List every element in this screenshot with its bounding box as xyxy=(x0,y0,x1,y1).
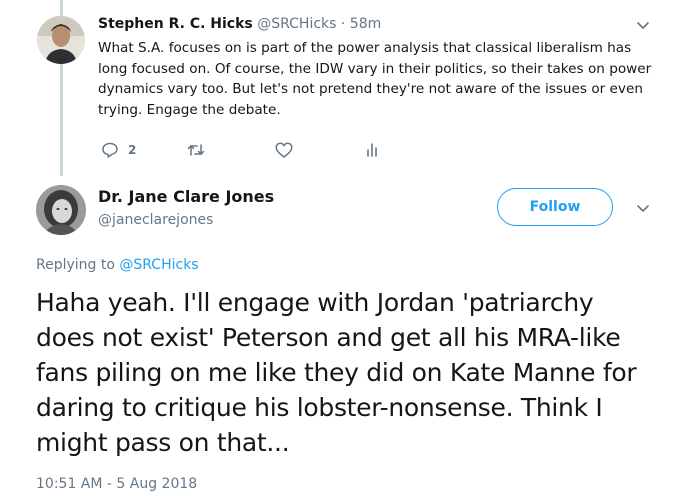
reply-count: 2 xyxy=(128,143,137,157)
main-tweet-text: Haha yeah. I'll engage with Jordan 'patr… xyxy=(36,288,637,457)
avatar-stephen-hicks[interactable] xyxy=(37,16,85,64)
header-separator: · xyxy=(340,16,346,32)
reply-icon xyxy=(102,142,118,158)
follow-button[interactable]: Follow xyxy=(497,188,613,226)
parent-tweet-time[interactable]: 58m xyxy=(350,16,381,32)
parent-tweet-header: Stephen R. C. Hicks @SRCHicks · 58m xyxy=(98,16,381,32)
reply-button[interactable]: 2 xyxy=(100,140,136,160)
analytics-icon xyxy=(367,143,377,157)
avatar-jane-clare-jones[interactable] xyxy=(36,185,86,235)
parent-author-name[interactable]: Stephen R. C. Hicks xyxy=(98,16,253,32)
parent-tweet-text: What S.A. focuses on is part of the powe… xyxy=(98,40,652,118)
avatar-image xyxy=(36,185,86,235)
replying-to-prefix: Replying to xyxy=(36,257,115,273)
caret-down-icon[interactable] xyxy=(634,16,652,34)
like-icon xyxy=(275,142,293,158)
avatar-image xyxy=(37,16,85,64)
replying-to: Replying to @SRCHicks xyxy=(36,257,199,273)
parent-tweet[interactable]: Stephen R. C. Hicks @SRCHicks · 58m What… xyxy=(0,0,685,178)
retweet-icon xyxy=(187,144,205,156)
main-author-name[interactable]: Dr. Jane Clare Jones xyxy=(98,187,274,206)
parent-author-handle[interactable]: @SRCHicks xyxy=(257,16,336,32)
analytics-button[interactable] xyxy=(362,140,382,160)
like-button[interactable] xyxy=(274,140,294,160)
caret-down-icon[interactable] xyxy=(634,199,652,217)
tweet-timestamp[interactable]: 10:51 AM - 5 Aug 2018 xyxy=(36,476,197,492)
main-author-handle[interactable]: @janeclarejones xyxy=(98,212,213,228)
replying-to-link[interactable]: @SRCHicks xyxy=(119,257,198,273)
retweet-button[interactable] xyxy=(186,140,206,160)
